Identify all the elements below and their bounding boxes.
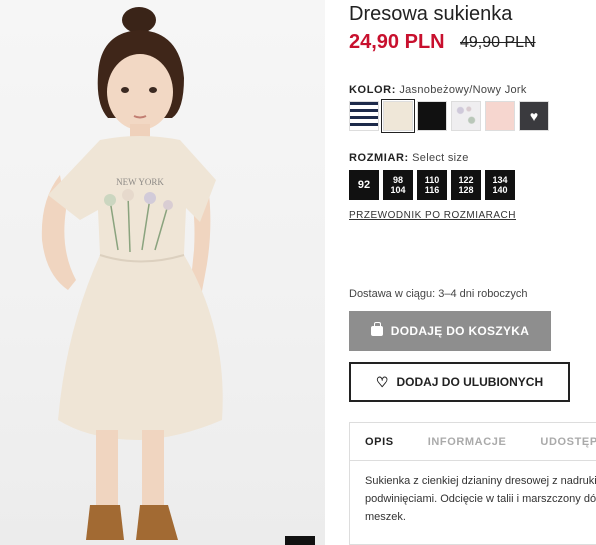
description-line: Sukienka z cienkiej dzianiny dresowej z …: [365, 475, 596, 487]
size-label: ROZMIAR:: [349, 152, 409, 164]
shopping-bag-icon: [370, 322, 383, 336]
description-line: meszek.: [365, 511, 406, 523]
swatch-light-beige[interactable]: [381, 99, 415, 133]
sale-price: 24,90 PLN: [349, 31, 445, 53]
size-option-110-116[interactable]: 110 116: [417, 170, 447, 200]
swatch-floral-print[interactable]: [451, 101, 481, 131]
size-option-98-104[interactable]: 98 104: [383, 170, 413, 200]
original-price: 49,90 PLN: [460, 34, 536, 51]
size-option-label: 92: [357, 179, 371, 191]
color-label-row: KOLOR: Jasnobeżowy/Nowy Jork: [349, 84, 527, 96]
delivery-info: Dostawa w ciągu: 3–4 dni roboczych: [349, 288, 528, 300]
heart-outline-icon: ♡: [375, 374, 389, 390]
size-label-row: ROZMIAR: Select size: [349, 152, 469, 164]
swatch-black[interactable]: [417, 101, 447, 131]
size-option-label: 134 140: [492, 175, 508, 195]
add-to-cart-label: DODAJĘ DO KOSZYKA: [390, 324, 530, 338]
add-to-favorites-label: DODAJ DO ULUBIONYCH: [396, 375, 544, 389]
swatch-dark-grey-heart[interactable]: ♥: [519, 101, 549, 131]
dress-print-text: NEW YORK: [116, 177, 164, 187]
swatch-light-pink[interactable]: [485, 101, 515, 131]
color-swatches: ♥: [349, 99, 549, 133]
size-option-134-140[interactable]: 134 140: [485, 170, 515, 200]
size-option-122-128[interactable]: 122 128: [451, 170, 481, 200]
size-option-label: 122 128: [458, 175, 474, 195]
add-to-cart-button[interactable]: DODAJĘ DO KOSZYKA: [349, 311, 551, 351]
tab-share[interactable]: UDOSTĘPNIJ: [506, 436, 596, 448]
swatch-navy-white-stripes[interactable]: [349, 101, 379, 131]
size-option-label: 98 104: [390, 175, 406, 195]
product-details: Dresowa sukienka 24,90 PLN 49,90 PLN KOL…: [349, 0, 596, 545]
photo-zoom-tab[interactable]: [285, 536, 315, 545]
color-label: KOLOR:: [349, 84, 396, 96]
tab-bar: OPIS INFORMACJE UDOSTĘPNIJ: [350, 423, 596, 461]
heart-icon: ♥: [529, 108, 539, 124]
size-guide-link[interactable]: PRZEWODNIK PO ROZMIARACH: [349, 210, 516, 221]
product-info-tabs: OPIS INFORMACJE UDOSTĘPNIJ Sukienka z ci…: [349, 422, 596, 545]
add-to-favorites-button[interactable]: ♡ DODAJ DO ULUBIONYCH: [349, 362, 570, 402]
tab-information[interactable]: INFORMACJE: [394, 436, 507, 448]
size-option-92[interactable]: 92: [349, 170, 379, 200]
description-text: Sukienka z cienkiej dzianiny dresowej z …: [350, 461, 596, 526]
size-options: 92 98 104 110 116 122 128 134 140: [349, 170, 515, 200]
product-photo[interactable]: NEW YORK: [0, 0, 325, 545]
description-line: podwinięciami. Odcięcie w talii i marszc…: [365, 493, 596, 505]
product-title: Dresowa sukienka: [349, 3, 513, 25]
color-value: Jasnobeżowy/Nowy Jork: [399, 84, 527, 96]
tab-description[interactable]: OPIS: [350, 436, 394, 448]
child-in-dress-illustration: NEW YORK: [41, 7, 223, 540]
size-value: Select size: [412, 152, 469, 164]
size-option-label: 110 116: [424, 175, 440, 195]
